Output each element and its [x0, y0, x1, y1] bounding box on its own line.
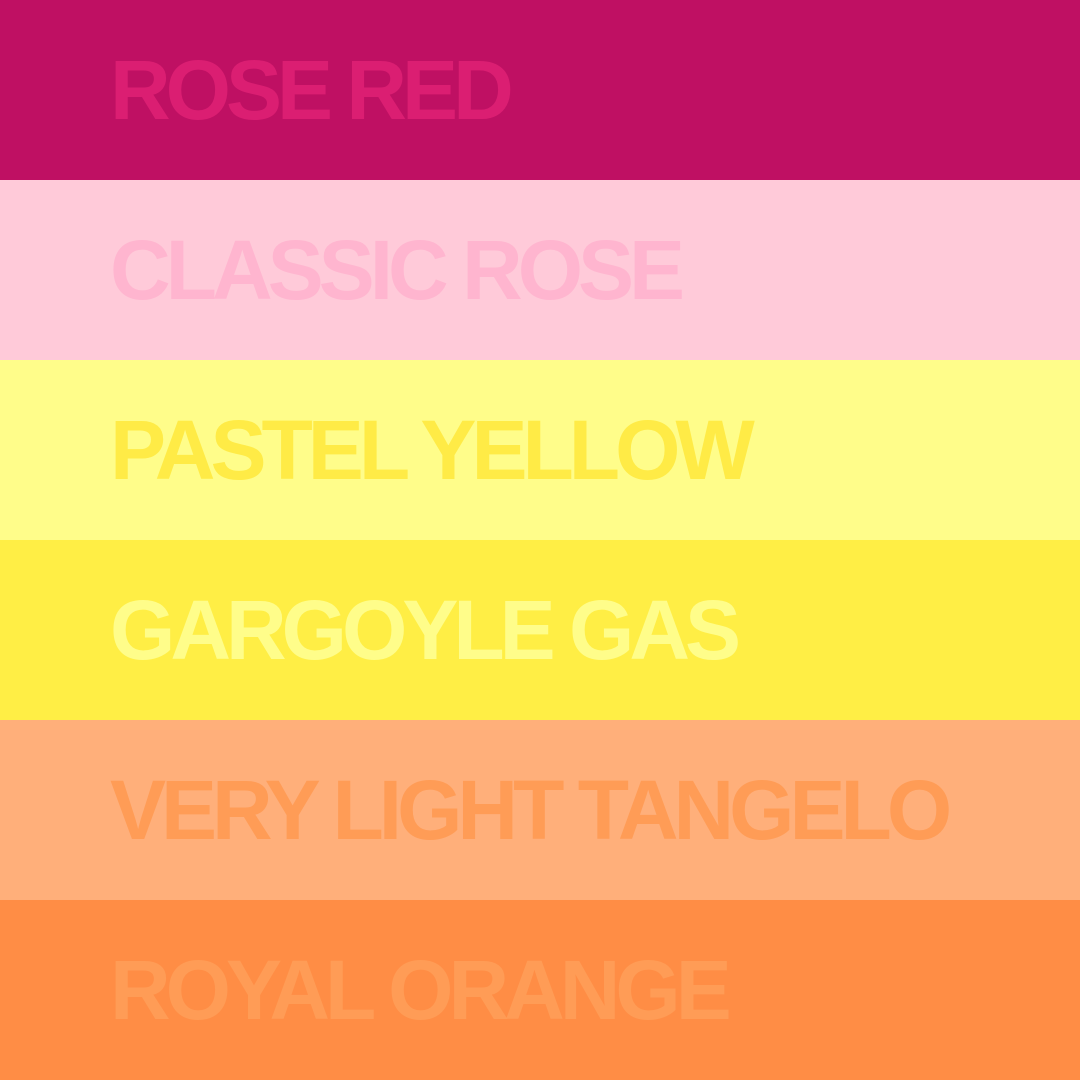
- swatch-label: ROSE RED: [110, 43, 514, 137]
- swatch-royal-orange: ROYAL ORANGE: [0, 900, 1080, 1080]
- swatch-label: VERY LIGHT TANGELO: [110, 763, 952, 857]
- swatch-rose-red: ROSE RED: [0, 0, 1080, 180]
- color-palette: ROSE RED CLASSIC ROSE PASTEL YELLOW GARG…: [0, 0, 1080, 1080]
- swatch-gargoyle-gas: GARGOYLE GAS: [0, 540, 1080, 720]
- swatch-label: GARGOYLE GAS: [110, 583, 741, 677]
- swatch-label: ROYAL ORANGE: [110, 943, 732, 1037]
- swatch-label: CLASSIC ROSE: [110, 223, 685, 317]
- swatch-very-light-tangelo: VERY LIGHT TANGELO: [0, 720, 1080, 900]
- swatch-pastel-yellow: PASTEL YELLOW: [0, 360, 1080, 540]
- swatch-classic-rose: CLASSIC ROSE: [0, 180, 1080, 360]
- swatch-label: PASTEL YELLOW: [110, 403, 755, 497]
